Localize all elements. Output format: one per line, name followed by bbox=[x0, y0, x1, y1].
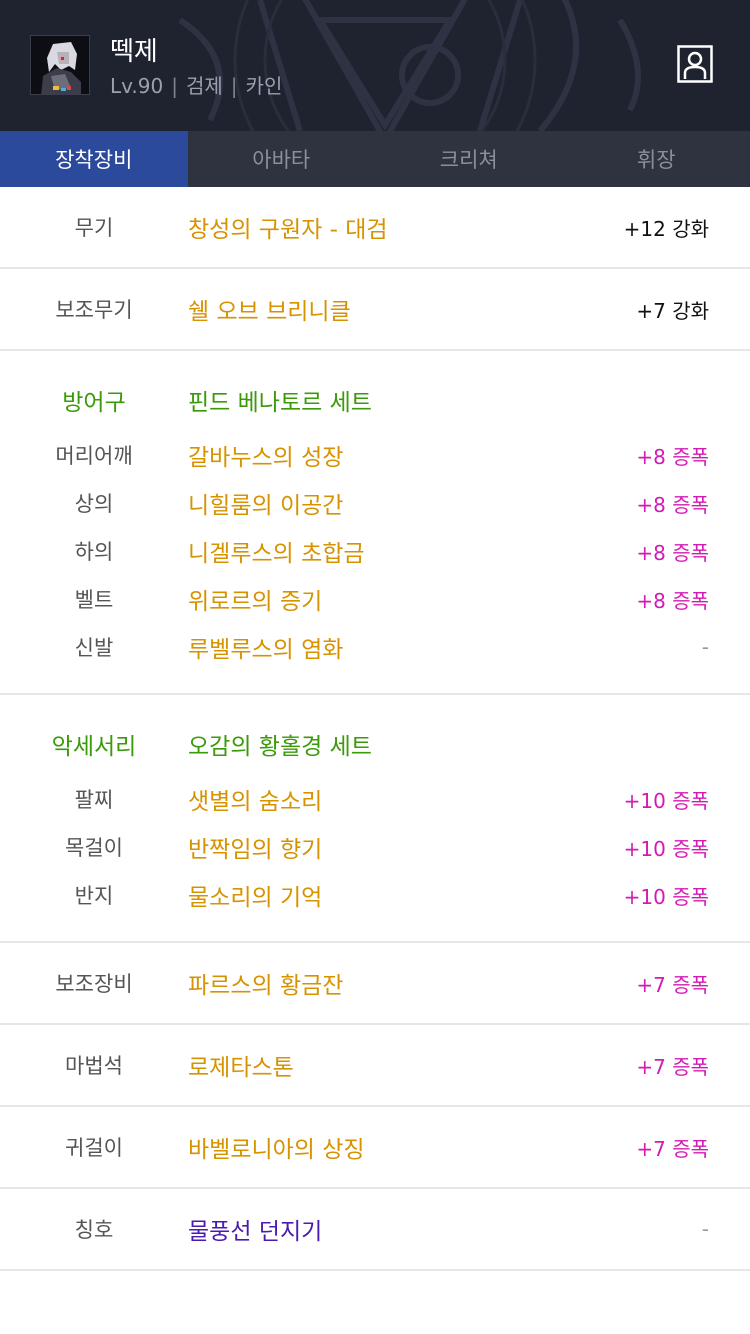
item-name: 바벨로니아의 상징 bbox=[188, 1137, 365, 1163]
amplify-value: +10 증폭 bbox=[623, 836, 709, 861]
item-name: 물풍선 던지기 bbox=[188, 1219, 323, 1245]
item-name: 샛별의 숨소리 bbox=[188, 789, 323, 815]
amplify-value: +8 증폭 bbox=[636, 588, 709, 613]
amplify-value: +8 증폭 bbox=[636, 492, 709, 517]
equipment-row[interactable]: 반지 물소리의 기억 +10 증폭 bbox=[0, 871, 750, 919]
reinforce-value: +7 강화 bbox=[636, 298, 709, 323]
equipment-row[interactable]: 마법석 로제타스톤 +7 증폭 bbox=[0, 1025, 750, 1105]
info-separator: | bbox=[171, 74, 178, 98]
amplify-value: +10 증폭 bbox=[623, 884, 709, 909]
amplify-value: +10 증폭 bbox=[623, 788, 709, 813]
profile-button[interactable] bbox=[677, 45, 713, 83]
item-name: 니겔루스의 초합금 bbox=[188, 541, 365, 567]
earring-section: 귀걸이 바벨로니아의 상징 +7 증폭 bbox=[0, 1107, 750, 1189]
item-name: 파르스의 황금잔 bbox=[188, 973, 344, 999]
info-separator: | bbox=[230, 74, 238, 98]
item-name: 반짝임의 향기 bbox=[188, 837, 323, 863]
item-name: 니힐룸의 이공간 bbox=[188, 493, 344, 519]
reinforce-value: +12 강화 bbox=[623, 216, 709, 241]
equipment-row[interactable]: 칭호 물풍선 던지기 - bbox=[0, 1189, 750, 1269]
equipment-row[interactable]: 보조무기 쉘 오브 브리니클 +7 강화 bbox=[0, 269, 750, 349]
armor-section: 방어구 핀드 베나토르 세트 머리어깨 갈바누스의 성장 +8 증폭 상의 니힐… bbox=[0, 351, 750, 695]
character-info: Lv.90 | 검제 | 카인 bbox=[110, 70, 282, 99]
slot-label: 귀걸이 bbox=[65, 1136, 123, 1160]
support-section: 보조장비 파르스의 황금잔 +7 증폭 bbox=[0, 943, 750, 1025]
amplify-value: +7 증폭 bbox=[636, 1136, 709, 1161]
title-section: 칭호 물풍선 던지기 - bbox=[0, 1189, 750, 1271]
item-name: 쉘 오브 브리니클 bbox=[188, 299, 351, 325]
category-label: 방어구 bbox=[62, 390, 126, 416]
slot-label: 보조무기 bbox=[55, 298, 133, 322]
slot-label: 마법석 bbox=[65, 1054, 123, 1078]
item-name: 물소리의 기억 bbox=[188, 885, 323, 911]
equipment-row[interactable]: 보조장비 파르스의 황금잔 +7 증폭 bbox=[0, 943, 750, 1023]
slot-label: 신발 bbox=[74, 636, 114, 660]
equipment-row[interactable]: 하의 니겔루스의 초합금 +8 증폭 bbox=[0, 527, 750, 575]
tab-bar: 장착장비 아바타 크리쳐 휘장 bbox=[0, 131, 750, 187]
weapon-section: 무기 창성의 구원자 - 대검 +12 강화 bbox=[0, 187, 750, 269]
slot-label: 벨트 bbox=[74, 588, 114, 612]
tab-equipment[interactable]: 장착장비 bbox=[0, 131, 188, 187]
empty-value: - bbox=[701, 1217, 709, 1241]
item-name: 창성의 구원자 - 대검 bbox=[188, 217, 388, 243]
slot-label: 보조장비 bbox=[55, 972, 133, 996]
set-header-row: 방어구 핀드 베나토르 세트 bbox=[0, 375, 750, 425]
tab-insignia[interactable]: 휘장 bbox=[563, 131, 750, 187]
slot-label: 무기 bbox=[74, 216, 114, 240]
set-header-row: 악세서리 오감의 황홀경 세트 bbox=[0, 719, 750, 769]
accessory-section: 악세서리 오감의 황홀경 세트 팔찌 샛별의 숨소리 +10 증폭 목걸이 반짝… bbox=[0, 695, 750, 943]
slot-label: 칭호 bbox=[74, 1218, 114, 1242]
tab-creature[interactable]: 크리쳐 bbox=[375, 131, 563, 187]
character-name: 떽제 bbox=[110, 37, 158, 67]
character-header: 떽제 Lv.90 | 검제 | 카인 bbox=[0, 0, 750, 131]
slot-label: 목걸이 bbox=[65, 836, 123, 860]
equipment-row[interactable]: 귀걸이 바벨로니아의 상징 +7 증폭 bbox=[0, 1107, 750, 1187]
equipment-row[interactable]: 벨트 위로르의 증기 +8 증폭 bbox=[0, 575, 750, 623]
equipment-row[interactable]: 신발 루벨루스의 염화 - bbox=[0, 623, 750, 671]
equipment-row[interactable]: 무기 창성의 구원자 - 대검 +12 강화 bbox=[0, 187, 750, 267]
subweapon-section: 보조무기 쉘 오브 브리니클 +7 강화 bbox=[0, 269, 750, 351]
magicstone-section: 마법석 로제타스톤 +7 증폭 bbox=[0, 1025, 750, 1107]
equipment-row[interactable]: 팔찌 샛별의 숨소리 +10 증폭 bbox=[0, 775, 750, 823]
category-label: 악세서리 bbox=[51, 734, 137, 760]
item-name: 루벨루스의 염화 bbox=[188, 637, 344, 663]
slot-label: 하의 bbox=[74, 540, 114, 564]
equipment-row[interactable]: 상의 니힐룸의 이공간 +8 증폭 bbox=[0, 479, 750, 527]
equipment-row[interactable]: 목걸이 반짝임의 향기 +10 증폭 bbox=[0, 823, 750, 871]
amplify-value: +8 증폭 bbox=[636, 540, 709, 565]
item-name: 위로르의 증기 bbox=[188, 589, 323, 615]
item-name: 갈바누스의 성장 bbox=[188, 445, 344, 471]
slot-label: 머리어깨 bbox=[55, 444, 133, 468]
character-class: 검제 bbox=[185, 74, 223, 98]
set-name: 오감의 황홀경 세트 bbox=[188, 734, 372, 760]
item-name: 로제타스톤 bbox=[188, 1055, 294, 1081]
tab-avatar[interactable]: 아바타 bbox=[188, 131, 376, 187]
amplify-value: +8 증폭 bbox=[636, 444, 709, 469]
character-level: Lv.90 bbox=[110, 74, 164, 98]
slot-label: 상의 bbox=[74, 492, 114, 516]
set-name: 핀드 베나토르 세트 bbox=[188, 390, 372, 416]
character-portrait-icon bbox=[31, 36, 89, 94]
equipment-row[interactable]: 머리어깨 갈바누스의 성장 +8 증폭 bbox=[0, 431, 750, 479]
slot-label: 반지 bbox=[74, 884, 114, 908]
amplify-value: +7 증폭 bbox=[636, 1054, 709, 1079]
person-icon bbox=[677, 45, 713, 83]
amplify-value: +7 증폭 bbox=[636, 972, 709, 997]
character-avatar[interactable] bbox=[30, 35, 90, 95]
slot-label: 팔찌 bbox=[74, 788, 114, 812]
character-server: 카인 bbox=[245, 74, 283, 98]
empty-value: - bbox=[701, 635, 709, 659]
